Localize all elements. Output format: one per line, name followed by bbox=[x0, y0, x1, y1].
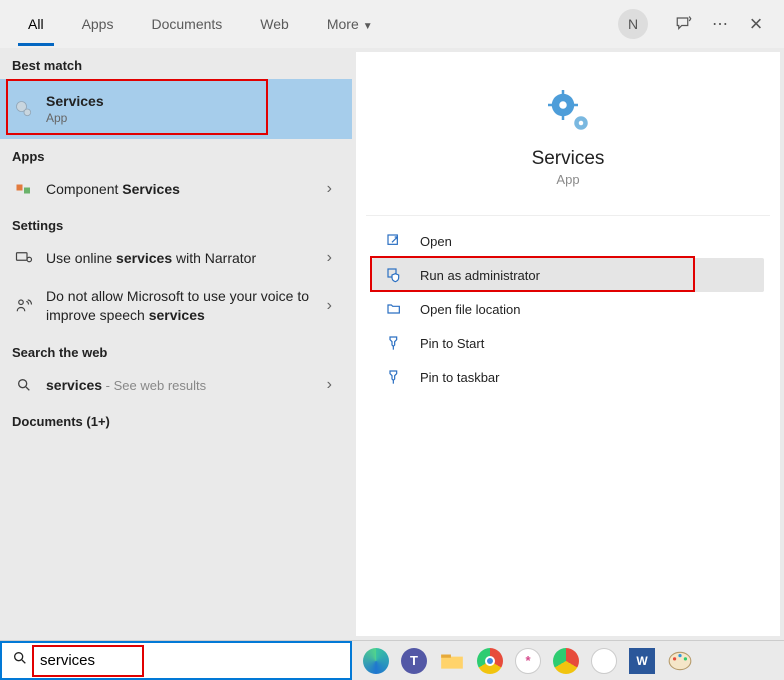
taskbar: T * ✂ W bbox=[0, 640, 784, 680]
settings-result-speech[interactable]: Do not allow Microsoft to use your voice… bbox=[0, 277, 352, 335]
action-label: Pin to taskbar bbox=[420, 370, 500, 385]
search-icon bbox=[2, 650, 38, 671]
action-label: Open file location bbox=[420, 302, 520, 317]
folder-icon bbox=[382, 301, 406, 317]
action-label: Run as administrator bbox=[420, 268, 540, 283]
pin-icon bbox=[382, 335, 406, 351]
file-explorer-icon[interactable] bbox=[436, 645, 468, 677]
action-pin-taskbar[interactable]: Pin to taskbar bbox=[372, 360, 764, 394]
admin-shield-icon bbox=[382, 267, 406, 283]
teams-icon[interactable]: T bbox=[398, 645, 430, 677]
search-input[interactable] bbox=[38, 643, 350, 678]
action-open-file-location[interactable]: Open file location bbox=[372, 292, 764, 326]
settings-result-label: Do not allow Microsoft to use your voice… bbox=[46, 287, 327, 325]
filter-tabs: All Apps Documents Web More▼ N ⋯ × bbox=[0, 0, 784, 48]
settings-result-narrator[interactable]: Use online services with Narrator › bbox=[0, 239, 352, 277]
preview-pane: Services App Open Run as administrator bbox=[352, 48, 784, 640]
component-services-icon bbox=[12, 180, 36, 198]
preview-title: Services bbox=[372, 148, 764, 170]
web-result-services[interactable]: services - See web results › bbox=[0, 366, 352, 404]
slack-icon[interactable]: * bbox=[512, 645, 544, 677]
preview-panel: Services App Open Run as administrator bbox=[356, 52, 780, 636]
best-match-title: Services bbox=[46, 93, 104, 109]
tab-all[interactable]: All bbox=[18, 2, 54, 46]
section-documents: Documents (1+) bbox=[0, 404, 352, 435]
user-avatar[interactable]: N bbox=[618, 9, 648, 39]
results-area: Best match Services App Apps Component S… bbox=[0, 48, 784, 640]
chrome-canary-icon[interactable] bbox=[550, 645, 582, 677]
action-open[interactable]: Open bbox=[372, 224, 764, 258]
start-search-window: All Apps Documents Web More▼ N ⋯ × Best … bbox=[0, 0, 784, 680]
best-match-sub: App bbox=[46, 111, 104, 125]
speech-icon bbox=[12, 297, 36, 315]
web-result-label: services - See web results bbox=[46, 377, 327, 393]
search-icon bbox=[12, 377, 36, 393]
apps-result-component-services[interactable]: Component Services › bbox=[0, 170, 352, 208]
chrome-icon[interactable] bbox=[474, 645, 506, 677]
tab-more[interactable]: More▼ bbox=[317, 2, 383, 46]
open-icon bbox=[382, 233, 406, 249]
action-label: Pin to Start bbox=[420, 336, 484, 351]
section-web: Search the web bbox=[0, 335, 352, 366]
section-settings: Settings bbox=[0, 208, 352, 239]
word-icon[interactable]: W bbox=[626, 645, 658, 677]
chevron-down-icon: ▼ bbox=[363, 21, 373, 32]
edge-icon[interactable] bbox=[360, 645, 392, 677]
pin-icon bbox=[382, 369, 406, 385]
chevron-right-icon: › bbox=[327, 249, 340, 267]
more-options-icon[interactable]: ⋯ bbox=[702, 14, 738, 34]
close-icon[interactable]: × bbox=[738, 11, 774, 37]
action-run-as-admin[interactable]: Run as administrator bbox=[372, 258, 764, 292]
chevron-right-icon: › bbox=[327, 297, 340, 315]
chevron-right-icon: › bbox=[327, 376, 340, 394]
paint-icon[interactable] bbox=[664, 645, 696, 677]
chevron-right-icon: › bbox=[327, 180, 340, 198]
preview-subtitle: App bbox=[372, 172, 764, 187]
tab-apps[interactable]: Apps bbox=[72, 2, 124, 46]
results-list: Best match Services App Apps Component S… bbox=[0, 48, 352, 640]
taskbar-icons: T * ✂ W bbox=[352, 645, 696, 677]
apps-result-label: Component Services bbox=[46, 181, 327, 197]
action-pin-start[interactable]: Pin to Start bbox=[372, 326, 764, 360]
search-box[interactable] bbox=[0, 641, 352, 680]
settings-result-label: Use online services with Narrator bbox=[46, 250, 327, 266]
tab-web[interactable]: Web bbox=[250, 2, 299, 46]
section-best-match: Best match bbox=[0, 48, 352, 79]
tab-documents[interactable]: Documents bbox=[141, 2, 232, 46]
services-icon-large bbox=[544, 86, 592, 134]
action-label: Open bbox=[420, 234, 452, 249]
snip-icon[interactable]: ✂ bbox=[588, 645, 620, 677]
services-icon bbox=[12, 99, 36, 119]
best-match-result[interactable]: Services App bbox=[0, 79, 352, 139]
feedback-icon[interactable] bbox=[666, 15, 702, 33]
section-apps: Apps bbox=[0, 139, 352, 170]
narrator-icon bbox=[12, 249, 36, 267]
